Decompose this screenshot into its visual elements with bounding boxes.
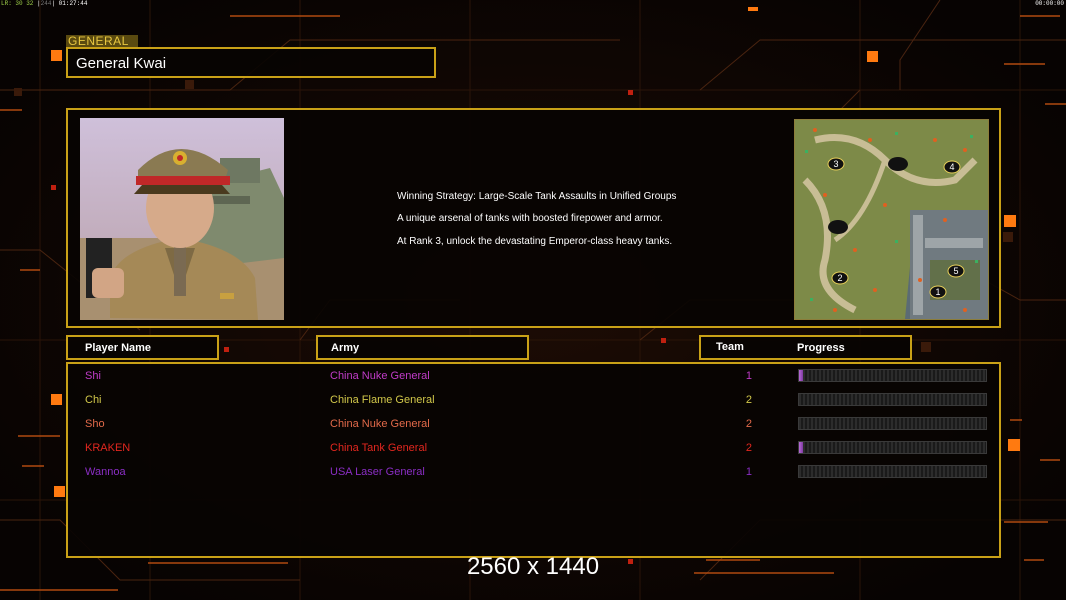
player-team: 1 bbox=[745, 466, 752, 478]
general-name-panel: General Kwai bbox=[66, 47, 436, 78]
player-army: USA Laser General bbox=[330, 466, 425, 478]
player-team: 2 bbox=[745, 442, 752, 454]
strategy-line-1: Winning Strategy: Large-Scale Tank Assau… bbox=[397, 191, 677, 202]
team-header-label: Team bbox=[716, 341, 744, 353]
player-progress-bar bbox=[798, 441, 987, 454]
loading-screen: LR: 30 32 |244| 01:27:44 00:00:00 GENERA… bbox=[0, 0, 1066, 600]
player-progress-fill bbox=[799, 442, 803, 453]
start-position-3: 3 bbox=[833, 159, 838, 169]
start-position-5: 5 bbox=[953, 266, 958, 276]
player-name-header-label: Player Name bbox=[85, 342, 152, 354]
player-name: Sho bbox=[85, 418, 105, 430]
player-progress-fill bbox=[799, 370, 803, 381]
player-team: 2 bbox=[745, 418, 752, 430]
resolution-label: 2560 x 1440 bbox=[466, 553, 600, 580]
player-name-header: Player Name bbox=[66, 335, 219, 360]
start-position-2: 2 bbox=[837, 273, 842, 283]
strategy-line-2: A unique arsenal of tanks with boosted f… bbox=[397, 213, 663, 224]
player-army: China Nuke General bbox=[330, 370, 430, 382]
player-progress-bar bbox=[798, 417, 987, 430]
player-row: KRAKEN China Tank General 2 bbox=[0, 437, 1066, 461]
player-army: China Nuke General bbox=[330, 418, 430, 430]
player-row: Shi China Nuke General 1 bbox=[0, 365, 1066, 389]
player-army: China Flame General bbox=[330, 394, 435, 406]
player-name: Wannoa bbox=[85, 466, 126, 478]
minimap-icon: 3 4 2 5 1 bbox=[794, 119, 989, 320]
player-name: Shi bbox=[85, 370, 101, 382]
progress-header-label: Progress bbox=[797, 342, 845, 354]
general-portrait-art bbox=[80, 118, 284, 320]
player-row: Wannoa USA Laser General 1 bbox=[0, 461, 1066, 485]
start-position-4: 4 bbox=[949, 162, 954, 172]
team-progress-header: Team Progress bbox=[699, 335, 912, 360]
status-clock: 01:27:44 bbox=[58, 0, 88, 7]
status-extra: 244 bbox=[40, 0, 52, 7]
strategy-line-3: At Rank 3, unlock the devastating Empero… bbox=[397, 236, 673, 247]
status-readout: LR: 30 32 |244| 01:27:44 bbox=[1, 0, 88, 7]
general-name: General Kwai bbox=[76, 55, 167, 72]
player-progress-bar bbox=[798, 465, 987, 478]
player-name: KRAKEN bbox=[85, 442, 131, 454]
player-name: Chi bbox=[85, 394, 102, 406]
army-header-label: Army bbox=[331, 342, 360, 354]
general-portrait-icon bbox=[80, 118, 284, 320]
start-position-1: 1 bbox=[935, 287, 940, 297]
player-army: China Tank General bbox=[330, 442, 428, 454]
army-header: Army bbox=[316, 335, 529, 360]
minimap-art: 3 4 2 5 1 bbox=[795, 120, 988, 319]
player-team: 1 bbox=[745, 370, 752, 382]
general-section-tag: GENERAL bbox=[66, 35, 138, 47]
player-row: Chi China Flame General 2 bbox=[0, 389, 1066, 413]
player-progress-bar bbox=[798, 369, 987, 382]
status-stats: LR: 30 32 bbox=[1, 0, 34, 7]
player-team: 2 bbox=[745, 394, 752, 406]
game-timer: 00:00:00 bbox=[1035, 0, 1064, 7]
player-progress-bar bbox=[798, 393, 987, 406]
player-row: Sho China Nuke General 2 bbox=[0, 413, 1066, 437]
